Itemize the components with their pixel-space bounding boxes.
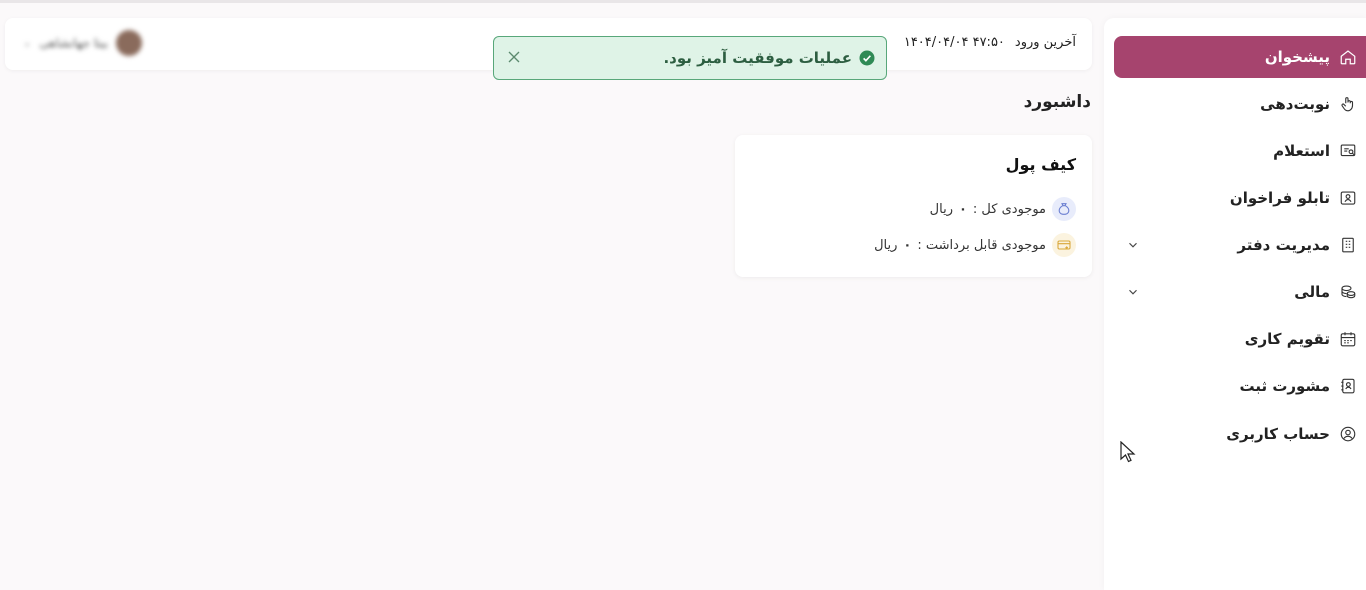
sidebar-item-financial[interactable]: مالی [1114,271,1366,313]
sidebar-item-label: مالی [1294,283,1330,301]
call-board-icon [1338,188,1358,208]
last-login-value: ۱۴۰۴/۰۴/۰۴ ۴۷:۵۰ [903,35,1005,50]
sidebar-item-dashboard[interactable]: پیشخوان [1114,36,1366,78]
total-balance-label: موجودی کل : [972,201,1046,217]
withdrawable-balance-value: ۰ [903,237,912,253]
page-title: داشبورد [1023,92,1091,112]
chevron-down-icon[interactable] [1126,285,1140,299]
sidebar-item-label: استعلام [1273,142,1330,160]
home-icon [1338,47,1358,67]
sidebar-item-label: نوبت‌دهی [1260,95,1330,113]
wallet-card: کیف پول موجودی کل : ۰ ریال موجودی قابل ب… [735,135,1092,277]
avatar[interactable] [116,30,143,56]
wallet-title: کیف پول [1005,155,1076,174]
calendar-icon [1338,329,1358,349]
success-toast: عملیات موفقیت آمیز بود. [493,36,887,80]
hand-pointer-icon [1338,94,1358,114]
sidebar-item-label: پیشخوان [1264,48,1330,66]
sidebar-item-registration-advice[interactable]: مشورت ثبت [1114,365,1366,407]
mouse-cursor-icon [1120,441,1136,463]
card-withdraw-icon [1052,233,1076,257]
sidebar-item-label: حساب کاربری [1226,425,1330,443]
close-icon[interactable] [504,47,524,67]
sidebar-item-work-calendar[interactable]: تقویم کاری [1114,318,1366,360]
withdrawable-balance-row: موجودی قابل برداشت : ۰ ریال [874,233,1076,257]
user-circle-icon [1338,424,1358,444]
building-icon [1338,235,1358,255]
withdrawable-balance-label: موجودی قابل برداشت : [917,237,1046,253]
user-name[interactable]: بیتا جهانشاهی [39,36,108,50]
sidebar: پیشخوان نوبت‌دهی استعلام تابلو فراخوان م… [1104,18,1366,590]
money-bag-icon [1052,197,1076,221]
sidebar-item-label: تقویم کاری [1244,330,1330,348]
total-balance-value: ۰ [958,201,967,217]
total-balance-unit: ریال [929,201,953,217]
sidebar-item-call-board[interactable]: تابلو فراخوان [1114,177,1366,219]
user-menu[interactable]: بیتا جهانشاهی ⌄ [23,30,143,56]
top-divider [0,0,1366,3]
chevron-down-icon[interactable] [1126,238,1140,252]
last-login-label: آخرین ورود [1014,35,1076,50]
sidebar-item-label: تابلو فراخوان [1229,189,1330,207]
contact-book-icon [1338,376,1358,396]
sidebar-item-label: مدیریت دفتر [1237,236,1330,254]
toast-message: عملیات موفقیت آمیز بود. [663,49,852,67]
sidebar-item-office-management[interactable]: مدیریت دفتر [1114,224,1366,266]
total-balance-row: موجودی کل : ۰ ریال [930,197,1076,221]
inquiry-icon [1338,141,1358,161]
sidebar-item-inquiry[interactable]: استعلام [1114,130,1366,172]
last-login: آخرین ورود ۱۴۰۴/۰۴/۰۴ ۴۷:۵۰ [904,35,1076,50]
sidebar-item-label: مشورت ثبت [1239,377,1330,395]
withdrawable-balance-unit: ریال [874,237,898,253]
coins-icon [1338,282,1358,302]
chevron-down-icon[interactable]: ⌄ [23,38,31,49]
check-circle-icon [859,50,875,66]
sidebar-item-appointments[interactable]: نوبت‌دهی [1114,83,1366,125]
sidebar-item-user-account[interactable]: حساب کاربری [1114,413,1366,455]
